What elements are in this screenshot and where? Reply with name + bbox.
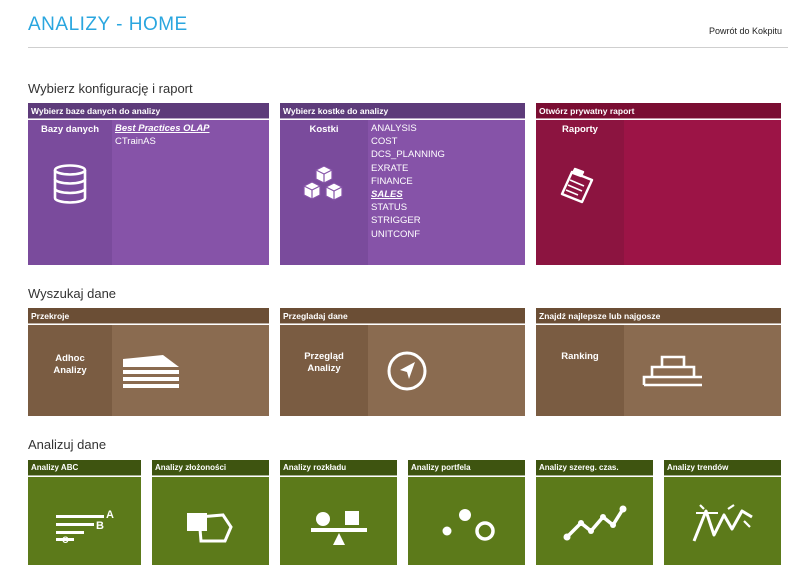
cube-tile[interactable]: Wybierz kostke do analizy Kostki ANALYSI… <box>280 103 525 265</box>
database-label: Bazy danych <box>40 124 100 135</box>
abc-tile-body: A B C <box>28 477 141 565</box>
complexity-tile[interactable]: Analizy złożoności <box>152 460 269 565</box>
database-tile-header: Wybierz baze danych do analizy <box>28 103 269 119</box>
report-list-panel <box>624 120 781 265</box>
browse-tile-header: Przegladaj dane <box>280 308 525 324</box>
browse-tile-right <box>368 325 525 416</box>
distribution-tile[interactable]: Analizy rozkładu <box>280 460 397 565</box>
complexity-icon <box>152 507 269 552</box>
ranking-tile-right <box>624 325 781 416</box>
abc-tile[interactable]: Analizy ABC A B C <box>28 460 141 565</box>
section-title-search: Wyszukaj dane <box>28 286 117 301</box>
database-list-panel: Best Practices OLAP CTrainAS <box>112 120 269 265</box>
database-tile-left: Bazy danych <box>28 120 112 265</box>
distribution-tile-header: Analizy rozkładu <box>280 460 397 476</box>
cube-item[interactable]: DCS_PLANNING <box>371 148 445 161</box>
browse-tile[interactable]: Przegladaj dane Przegląd Analizy <box>280 308 525 416</box>
report-tile-left: Raporty <box>536 120 624 265</box>
portfolio-tile[interactable]: Analizy portfela <box>408 460 525 565</box>
adhoc-tile-header: Przekroje <box>28 308 269 324</box>
cube-item[interactable]: STRIGGER <box>371 214 445 227</box>
trend-tile[interactable]: Analizy trendów <box>664 460 781 565</box>
abc-tile-header: Analizy ABC <box>28 460 141 476</box>
cube-item[interactable]: FINANCE <box>371 175 445 188</box>
ranking-tile-header: Znajdź najlepsze lub najgosze <box>536 308 781 324</box>
cake-slice-icon <box>32 351 269 396</box>
ranking-tile[interactable]: Znajdź najlepsze lub najgosze Ranking <box>536 308 781 416</box>
clipboard-icon <box>536 166 624 211</box>
cube-item[interactable]: COST <box>371 135 445 148</box>
database-icon <box>28 164 112 209</box>
cube-item[interactable]: ANALYSIS <box>371 122 445 135</box>
top-bar: ANALIZY - HOME Powrót do Kokpitu <box>28 14 788 48</box>
cubes-icon <box>280 165 368 211</box>
balance-icon <box>280 505 397 554</box>
abc-analysis-icon: A B C <box>28 505 141 550</box>
section-title-config: Wybierz konfigurację i raport <box>28 81 193 96</box>
scatter-dots-icon <box>408 503 525 552</box>
abc-glyph-a: A <box>106 509 114 521</box>
cube-list-panel: ANALYSIS COST DCS_PLANNING EXRATE FINANC… <box>368 120 525 265</box>
cube-label: Kostki <box>309 124 339 135</box>
database-item-best-practices[interactable]: Best Practices OLAP <box>115 122 210 135</box>
cube-list: ANALYSIS COST DCS_PLANNING EXRATE FINANC… <box>371 122 445 241</box>
back-to-cockpit-link[interactable]: Powrót do Kokpitu <box>709 26 782 36</box>
report-tile-header: Otwórz prywatny raport <box>536 103 781 119</box>
cube-item-selected[interactable]: SALES <box>371 188 445 201</box>
cube-tile-left: Kostki <box>280 120 368 265</box>
report-label: Raporty <box>562 124 598 135</box>
cube-item[interactable]: STATUS <box>371 201 445 214</box>
adhoc-tile[interactable]: Przekroje Adhoc Analizy <box>28 308 269 416</box>
trend-tile-body <box>664 477 781 565</box>
cube-tile-header: Wybierz kostke do analizy <box>280 103 525 119</box>
podium-icon <box>564 351 781 392</box>
portfolio-tile-body <box>408 477 525 565</box>
section-title-analyze: Analizuj dane <box>28 437 107 452</box>
adhoc-tile-right <box>112 325 269 416</box>
time-series-tile-body <box>536 477 653 565</box>
distribution-tile-body <box>280 477 397 565</box>
time-series-tile[interactable]: Analizy szereg. czas. <box>536 460 653 565</box>
navigation-icon <box>288 349 525 398</box>
trend-tile-header: Analizy trendów <box>664 460 781 476</box>
time-series-icon <box>536 501 653 550</box>
abc-glyph-c: C <box>62 535 69 545</box>
cube-item[interactable]: UNITCONF <box>371 228 445 241</box>
complexity-tile-body <box>152 477 269 565</box>
time-series-tile-header: Analizy szereg. czas. <box>536 460 653 476</box>
complexity-tile-header: Analizy złożoności <box>152 460 269 476</box>
database-item-ctrainas[interactable]: CTrainAS <box>115 135 210 148</box>
cube-item[interactable]: EXRATE <box>371 162 445 175</box>
trend-icon <box>664 501 781 554</box>
abc-glyph-b: B <box>96 520 104 532</box>
report-tile[interactable]: Otwórz prywatny raport Raporty <box>536 103 781 265</box>
database-list: Best Practices OLAP CTrainAS <box>115 122 210 148</box>
portfolio-tile-header: Analizy portfela <box>408 460 525 476</box>
database-tile[interactable]: Wybierz baze danych do analizy Bazy dany… <box>28 103 269 265</box>
page-title: ANALIZY - HOME <box>28 14 188 35</box>
